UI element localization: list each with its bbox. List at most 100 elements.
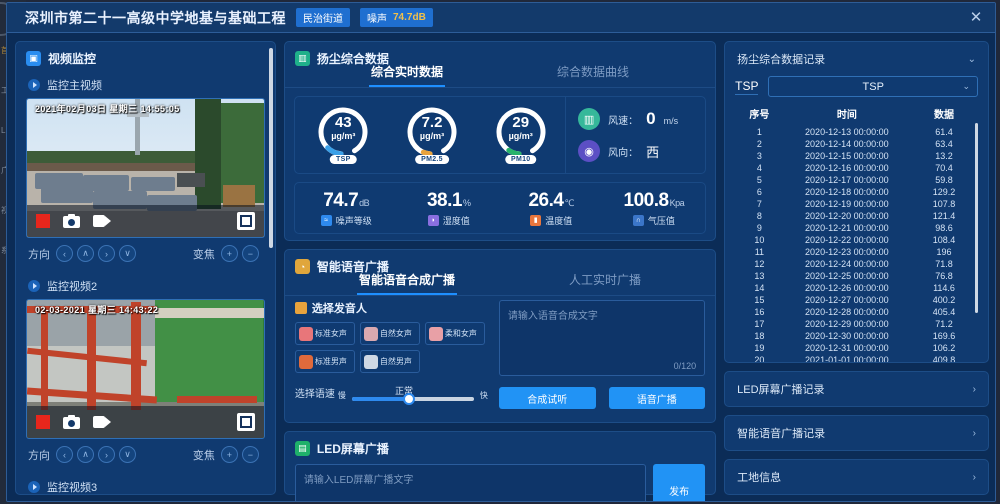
fullscreen-icon[interactable] (236, 212, 255, 230)
table-row[interactable]: 11 2020-12-23 00:00:00 196 (735, 246, 978, 258)
tilt-up-button[interactable]: ∧ (77, 245, 94, 262)
voice-broadcast-button[interactable]: 语音广播 (608, 387, 706, 409)
zoom-in-button[interactable]: + (220, 245, 238, 262)
table-row[interactable]: 13 2020-12-25 00:00:00 76.8 (735, 270, 978, 282)
video-panel-title: ▣ 视频监控 (16, 42, 275, 71)
speed-slider[interactable]: 正常 慢 快 (338, 386, 488, 405)
tab-live-broadcast[interactable]: 人工实时广播 (567, 267, 643, 295)
camera-header-1[interactable]: 监控视频2 (16, 272, 275, 299)
site-info-header[interactable]: 工地信息 › (725, 460, 988, 494)
table-row[interactable]: 18 2020-12-30 00:00:00 169.6 (735, 330, 978, 342)
cell-index: 3 (756, 151, 762, 161)
led-panel-title-text: LED屏幕广播 (316, 442, 389, 456)
snapshot-icon[interactable] (63, 214, 80, 228)
table-row[interactable]: 15 2020-12-27 00:00:00 400.2 (735, 294, 978, 306)
site-info-accordion[interactable]: 工地信息 › (724, 459, 989, 495)
speaker-option-2[interactable]: 柔和女声 (424, 322, 485, 345)
noise-value: 74.7dB (393, 12, 426, 23)
pan-right-button[interactable]: › (98, 245, 115, 262)
stop-icon[interactable] (36, 415, 50, 429)
tab-data-curve[interactable]: 综合数据曲线 (555, 59, 631, 87)
slider-track[interactable] (351, 393, 474, 405)
table-row[interactable]: 4 2020-12-16 00:00:00 70.4 (735, 162, 978, 174)
cell-index: 14 (754, 283, 765, 293)
metric-selector-row: TSP TSP ⌄ (735, 76, 978, 97)
records-accordion-header[interactable]: 扬尘综合数据记录 ⌄ (725, 42, 988, 76)
cell-value: 400.2 (932, 295, 956, 305)
camera-header-0[interactable]: 监控主视频 (16, 71, 275, 98)
zoom-out-button[interactable]: − (241, 446, 259, 463)
tab-tts-broadcast[interactable]: 智能语音合成广播 (357, 267, 458, 295)
snapshot-icon[interactable] (63, 415, 80, 429)
table-row[interactable]: 12 2020-12-24 00:00:00 71.8 (735, 258, 978, 270)
video-scrollbar[interactable] (268, 48, 273, 248)
voice-records-accordion[interactable]: 智能语音广播记录 › (724, 415, 989, 451)
led-records-accordion[interactable]: LED屏幕广播记录 › (724, 371, 989, 407)
voice-right: 请输入语音合成文字 0/120 合成试听 语音广播 (498, 300, 706, 409)
chevron-right-icon[interactable]: › (973, 472, 976, 483)
cell-value: 98.6 (935, 223, 953, 233)
chevron-right-icon[interactable]: › (973, 384, 976, 395)
table-row[interactable]: 1 2020-12-13 00:00:00 61.4 (735, 126, 978, 138)
stat-unit: Kpa (669, 197, 685, 208)
cell-time: 2020-12-28 00:00:00 (805, 307, 889, 317)
pan-right-button[interactable]: › (98, 446, 115, 463)
table-row[interactable]: 5 2020-12-17 00:00:00 59.8 (735, 174, 978, 186)
records-scrollbar[interactable] (975, 123, 978, 313)
table-row[interactable]: 9 2020-12-21 00:00:00 98.6 (735, 222, 978, 234)
table-row[interactable]: 8 2020-12-20 00:00:00 121.4 (735, 210, 978, 222)
speaker-name: 标准男声 (314, 357, 347, 366)
preview-synthesis-button[interactable]: 合成试听 (498, 387, 596, 409)
speaker-option-4[interactable]: 自然男声 (359, 350, 420, 373)
led-textarea[interactable]: 请输入LED屏幕广播文字 (294, 464, 647, 501)
metric-select[interactable]: TSP ⌄ (768, 76, 978, 97)
speaker-option-1[interactable]: 自然女声 (359, 322, 420, 345)
tilt-down-button[interactable]: ∨ (119, 245, 136, 262)
slider-handle[interactable] (403, 393, 416, 405)
chevron-down-icon[interactable]: ⌄ (968, 54, 976, 65)
cell-index: 15 (754, 295, 765, 305)
led-records-header[interactable]: LED屏幕广播记录 › (725, 372, 988, 406)
table-row[interactable]: 2 2020-12-14 00:00:00 63.4 (735, 138, 978, 150)
dust-inner: 43 µg/m³ TSP 7.2 µg/m³ PM2.5 29 µg/m³ PM… (293, 96, 707, 234)
chevron-right-icon[interactable]: › (973, 428, 976, 439)
pan-left-button[interactable]: ‹ (56, 446, 73, 463)
video-timestamp: 02-03-2021 星期三 14:43:22 (35, 305, 159, 315)
table-row[interactable]: 19 2020-12-31 00:00:00 106.2 (735, 342, 978, 354)
page-title: 深圳市第二十一高级中学地基与基础工程 (25, 9, 286, 26)
speaker-option-3[interactable]: 标准男声 (294, 350, 355, 373)
table-row[interactable]: 17 2020-12-29 00:00:00 71.2 (735, 318, 978, 330)
pressure-icon: ∩ (632, 214, 644, 226)
table-row[interactable]: 10 2020-12-22 00:00:00 108.4 (735, 234, 978, 246)
table-row[interactable]: 20 2021-01-01 00:00:00 409.8 (735, 354, 978, 362)
camera-header-2[interactable]: 监控视频3 (16, 473, 275, 494)
table-row[interactable]: 7 2020-12-19 00:00:00 107.8 (735, 198, 978, 210)
table-row[interactable]: 16 2020-12-28 00:00:00 405.4 (735, 306, 978, 318)
table-row[interactable]: 6 2020-12-18 00:00:00 129.2 (735, 186, 978, 198)
tab-realtime-data[interactable]: 综合实时数据 (369, 59, 446, 87)
humidity-icon: ◗ (427, 214, 439, 226)
stat-unit: dB (359, 197, 370, 208)
stop-icon[interactable] (36, 214, 50, 228)
zoom-out-button[interactable]: − (241, 245, 259, 262)
video-player-0[interactable]: 2021年02月03日 星期三 14:55:05 (26, 98, 265, 238)
fullscreen-icon[interactable] (236, 413, 255, 431)
table-row[interactable]: 3 2020-12-15 00:00:00 13.2 (735, 150, 978, 162)
record-icon[interactable] (93, 215, 111, 227)
speaker-name: 柔和女声 (444, 329, 477, 338)
led-publish-button[interactable]: 发布 (653, 464, 706, 501)
modal-header: 深圳市第二十一高级中学地基与基础工程 民治街道 噪声 74.7dB ✕ (7, 3, 995, 33)
video-player-1[interactable]: 02-03-2021 星期三 14:43:22 (26, 299, 265, 439)
zoom-in-button[interactable]: + (220, 446, 238, 463)
pan-left-button[interactable]: ‹ (56, 245, 73, 262)
speaker-option-0[interactable]: 标准女声 (294, 322, 355, 345)
tilt-down-button[interactable]: ∨ (119, 446, 136, 463)
table-row[interactable]: 14 2020-12-26 00:00:00 114.6 (735, 282, 978, 294)
record-icon[interactable] (93, 416, 111, 428)
tts-textarea[interactable]: 请输入语音合成文字 0/120 (498, 300, 706, 376)
tilt-up-button[interactable]: ∧ (77, 446, 94, 463)
close-icon[interactable]: ✕ (967, 9, 985, 27)
speaker-name: 自然男声 (379, 357, 412, 366)
cell-time: 2020-12-19 00:00:00 (805, 199, 889, 209)
voice-records-header[interactable]: 智能语音广播记录 › (725, 416, 988, 450)
